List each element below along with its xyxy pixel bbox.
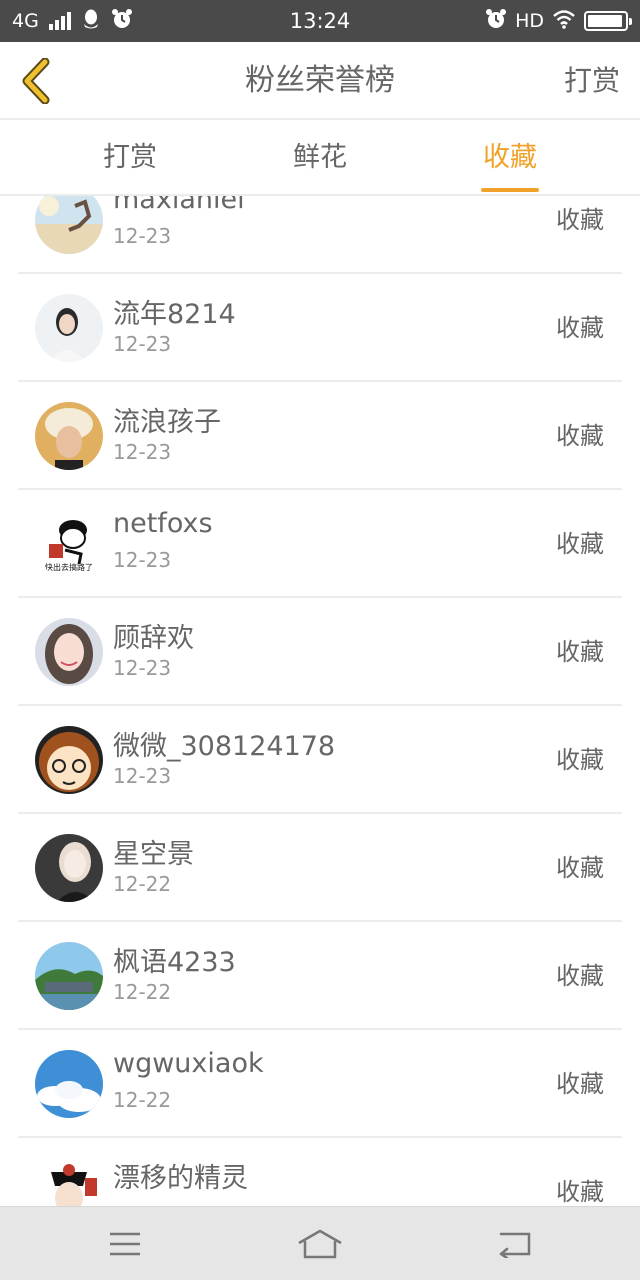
nav-bar: 粉丝荣誉榜 打赏 (0, 42, 640, 120)
item-date: 12-23 (113, 656, 172, 680)
menu-icon (110, 1232, 140, 1256)
item-action: 收藏 (556, 746, 604, 774)
user-name: 星空景 (113, 839, 194, 870)
list-item[interactable]: 漂移的精灵 收藏 (18, 1138, 622, 1206)
item-action: 收藏 (556, 530, 604, 558)
item-date: 12-22 (113, 1088, 172, 1112)
avatar (35, 402, 103, 470)
item-date: 12-22 (113, 872, 172, 896)
list-item[interactable]: 顾辞欢 12-23 收藏 (18, 598, 622, 706)
tab-bar: 打赏 鲜花 收藏 (0, 120, 640, 196)
avatar (35, 942, 103, 1010)
battery-fill (588, 15, 622, 27)
status-bar: 4G 13:24 HD (0, 0, 640, 42)
avatar: 快出去搞路了 (35, 510, 103, 578)
avatar (35, 834, 103, 902)
reward-button[interactable]: 打赏 (564, 42, 620, 120)
hd-label: HD (515, 10, 544, 32)
item-date: 12-23 (113, 332, 172, 356)
item-action: 收藏 (556, 314, 604, 342)
item-action: 收藏 (556, 962, 604, 990)
item-date: 12-23 (113, 224, 172, 248)
item-date: 12-23 (113, 440, 172, 464)
avatar (35, 1158, 103, 1206)
list-item[interactable]: wgwuxiaok 12-22 收藏 (18, 1030, 622, 1138)
avatar (35, 1050, 103, 1118)
back-nav-button[interactable] (485, 1221, 545, 1267)
status-right: HD (485, 8, 632, 35)
item-date: 12-22 (113, 980, 172, 1004)
user-name: netfoxs (113, 508, 213, 539)
user-name: 流年8214 (113, 299, 236, 330)
wifi-icon (552, 9, 576, 34)
item-action: 收藏 (556, 854, 604, 882)
item-action: 收藏 (556, 1070, 604, 1098)
item-action: 收藏 (556, 422, 604, 450)
avatar (35, 726, 103, 794)
item-date: 12-23 (113, 548, 172, 572)
user-name: 流浪孩子 (113, 407, 221, 438)
avatar (35, 294, 103, 362)
active-tab-indicator (481, 188, 539, 192)
alarm-icon (485, 8, 507, 35)
item-date: 12-23 (113, 764, 172, 788)
user-name: maxianlei (113, 196, 245, 215)
list-item[interactable]: maxianlei 12-23 收藏 (18, 196, 622, 274)
menu-button[interactable] (95, 1221, 155, 1267)
list-item[interactable]: 快出去搞路了 netfoxs 12-23 收藏 (18, 490, 622, 598)
page-title: 粉丝荣誉榜 (245, 63, 395, 98)
back-icon (499, 1232, 531, 1258)
list-item[interactable]: 枫语4233 12-22 收藏 (18, 922, 622, 1030)
home-button[interactable] (290, 1221, 350, 1267)
user-name: 漂移的精灵 (113, 1163, 248, 1194)
user-name: 顾辞欢 (113, 623, 194, 654)
avatar-caption: 快出去搞路了 (45, 563, 93, 572)
item-action: 收藏 (556, 1178, 604, 1206)
tab-flowers[interactable]: 鲜花 (260, 120, 380, 196)
user-name: 微微_308124178 (113, 731, 336, 762)
item-action: 收藏 (556, 638, 604, 666)
system-nav-bar (0, 1206, 640, 1280)
tab-favorites[interactable]: 收藏 (450, 120, 570, 196)
list-item[interactable]: 微微_308124178 12-23 收藏 (18, 706, 622, 814)
battery-icon (584, 11, 632, 31)
tab-label: 收藏 (483, 142, 537, 173)
user-name: wgwuxiaok (113, 1048, 264, 1079)
home-icon (298, 1229, 342, 1259)
tab-reward[interactable]: 打赏 (70, 120, 190, 196)
fan-list: maxianlei 12-23 收藏 流年8214 12-23 收藏 流浪孩子 … (0, 196, 640, 1206)
user-name: 枫语4233 (113, 947, 236, 978)
tab-label: 打赏 (103, 142, 157, 173)
tab-label: 鲜花 (293, 142, 347, 173)
list-item[interactable]: 流年8214 12-23 收藏 (18, 274, 622, 382)
list-item[interactable]: 星空景 12-22 收藏 (18, 814, 622, 922)
avatar (35, 618, 103, 686)
list-item[interactable]: 流浪孩子 12-23 收藏 (18, 382, 622, 490)
avatar (35, 196, 103, 254)
item-action: 收藏 (556, 206, 604, 234)
